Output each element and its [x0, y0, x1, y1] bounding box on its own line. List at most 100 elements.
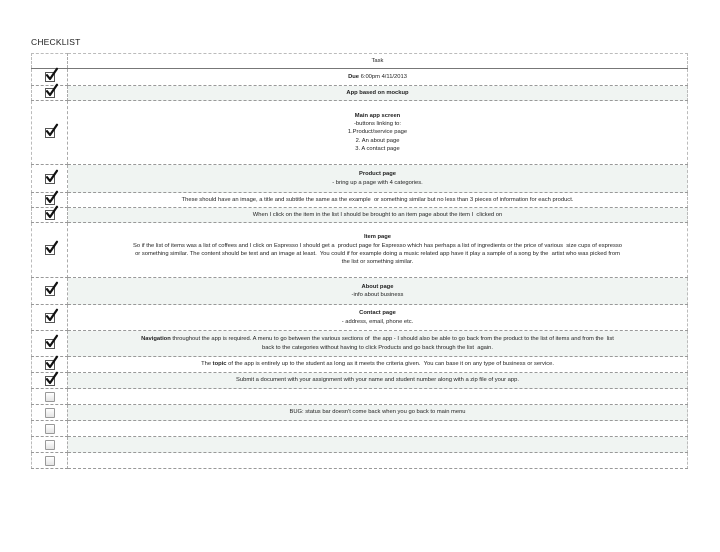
empty-checkbox[interactable]	[44, 407, 55, 418]
task-text: back to the categories without having to…	[261, 344, 494, 351]
checkmark-icon	[45, 334, 58, 347]
checkmark-icon	[45, 308, 58, 321]
table-row	[31, 420, 688, 437]
checkbox-cell	[31, 222, 68, 278]
table-row	[31, 452, 688, 469]
checked-checkbox[interactable]	[44, 205, 58, 220]
task-text: These should have an image, a title and …	[181, 196, 574, 203]
checkbox-cell	[31, 388, 68, 405]
checkbox-cell	[31, 420, 68, 437]
task-line: Due 6:00pm 4/11/2013	[74, 73, 681, 81]
task-cell: Due 6:00pm 4/11/2013	[67, 68, 688, 86]
task-heading: topic	[212, 361, 227, 368]
task-line: 1.Product/service page	[74, 128, 681, 136]
empty-checkbox[interactable]	[44, 391, 55, 402]
task-line: So if the list of items was a list of co…	[74, 242, 681, 250]
checkbox-cell	[31, 404, 68, 421]
checked-checkbox[interactable]	[44, 308, 58, 323]
task-text: or something similar. The content should…	[135, 251, 620, 257]
checklist-title: CHECKLIST	[31, 37, 81, 47]
task-line: the list or something similar.	[74, 258, 681, 266]
checkmark-icon	[45, 240, 58, 254]
table-row	[31, 388, 688, 405]
task-line: Main app screen	[74, 112, 681, 120]
checkbox-cell	[31, 436, 68, 453]
table-row: Item page So if the list of items was a l…	[31, 222, 688, 278]
checkbox-cell	[31, 100, 68, 165]
task-text: The	[201, 361, 213, 368]
checkbox-cell	[31, 277, 68, 305]
checkbox-cell	[31, 164, 68, 193]
table-row: App based on mockup	[31, 83, 688, 101]
task-text: 6:00pm 4/11/2013	[359, 73, 407, 80]
empty-checkbox[interactable]	[44, 455, 55, 466]
table-row: Due 6:00pm 4/11/2013	[31, 67, 688, 86]
task-text: - bring up a page with 4 categories.	[332, 179, 423, 186]
checkmark-icon	[45, 371, 58, 384]
checked-checkbox[interactable]	[44, 281, 58, 296]
checklist-table: Task Due 6:00pm 4/11/2013 App based on mo…	[31, 53, 688, 469]
table-row	[31, 436, 688, 453]
task-heading: Navigation	[141, 336, 171, 343]
table-row: Navigation throughout the app is require…	[31, 330, 688, 357]
checkmark-icon	[45, 169, 58, 182]
checkmark-icon	[45, 123, 58, 136]
task-cell	[67, 420, 688, 437]
task-cell: Product page - bring up a page with 4 cat…	[67, 164, 688, 193]
task-text: 2. An about page	[355, 137, 400, 144]
checked-checkbox[interactable]	[44, 355, 58, 370]
task-line: When I click on the item in the list I s…	[74, 211, 681, 219]
task-heading: Contact page	[359, 310, 396, 317]
task-line: Item page	[74, 233, 681, 241]
checked-checkbox[interactable]	[44, 123, 58, 138]
task-column-header: Task	[67, 53, 688, 69]
checked-checkbox[interactable]	[44, 67, 58, 82]
checkbox-column-header	[31, 53, 68, 69]
checked-checkbox[interactable]	[44, 371, 58, 386]
checkmark-icon	[45, 190, 58, 204]
task-line: - bring up a page with 4 categories.	[74, 179, 681, 187]
task-text: So if the list of items was a list of co…	[132, 242, 622, 249]
checked-checkbox[interactable]	[44, 169, 58, 184]
task-heading: Main app screen	[354, 112, 401, 119]
empty-checkbox[interactable]	[44, 439, 55, 450]
table-header-row: Task	[31, 53, 688, 69]
task-line: - address, email, phone etc.	[74, 318, 681, 326]
checkmark-icon	[45, 83, 58, 97]
task-line: Product page	[74, 170, 681, 178]
task-heading: Item page	[363, 234, 392, 241]
task-text: -buttons linking to:	[353, 120, 402, 127]
table-row: Contact page - address, email, phone etc.	[31, 304, 688, 331]
table-row: About page -info about business	[31, 277, 688, 305]
checked-checkbox[interactable]	[44, 334, 58, 349]
checkbox-cell	[31, 371, 68, 389]
task-line: -info about business	[74, 291, 681, 299]
task-line: -buttons linking to:	[74, 120, 681, 128]
checked-checkbox[interactable]	[44, 240, 58, 255]
checkmark-icon	[45, 205, 58, 219]
task-cell: These should have an image, a title and …	[67, 192, 688, 208]
table-row: The topic of the app is entirely up to t…	[31, 355, 688, 373]
task-cell: Navigation throughout the app is require…	[67, 330, 688, 357]
task-text: When I click on the item in the list I s…	[252, 211, 503, 218]
checkmark-icon	[45, 281, 58, 295]
table-row: When I click on the item in the list I s…	[31, 205, 688, 223]
empty-checkbox[interactable]	[44, 423, 55, 434]
task-cell	[67, 452, 688, 469]
task-heading: About page	[361, 283, 394, 290]
checked-checkbox[interactable]	[44, 190, 58, 205]
checked-checkbox[interactable]	[44, 83, 58, 98]
task-text: Submit a document with your assignment w…	[236, 377, 519, 384]
task-line: App based on mockup	[74, 89, 681, 97]
task-text: 3. A contact page	[355, 146, 400, 153]
task-cell: The topic of the app is entirely up to t…	[67, 356, 688, 373]
checkbox-cell	[31, 67, 68, 86]
checkbox-cell	[31, 330, 68, 357]
task-line: or something similar. The content should…	[74, 250, 681, 258]
checkbox-cell	[31, 205, 68, 223]
task-line: BUG: status bar doesn't come back when y…	[74, 408, 681, 416]
task-line: 3. A contact page	[74, 145, 681, 153]
checkmark-icon	[45, 67, 58, 81]
checkbox-cell	[31, 83, 68, 101]
task-cell	[67, 436, 688, 453]
